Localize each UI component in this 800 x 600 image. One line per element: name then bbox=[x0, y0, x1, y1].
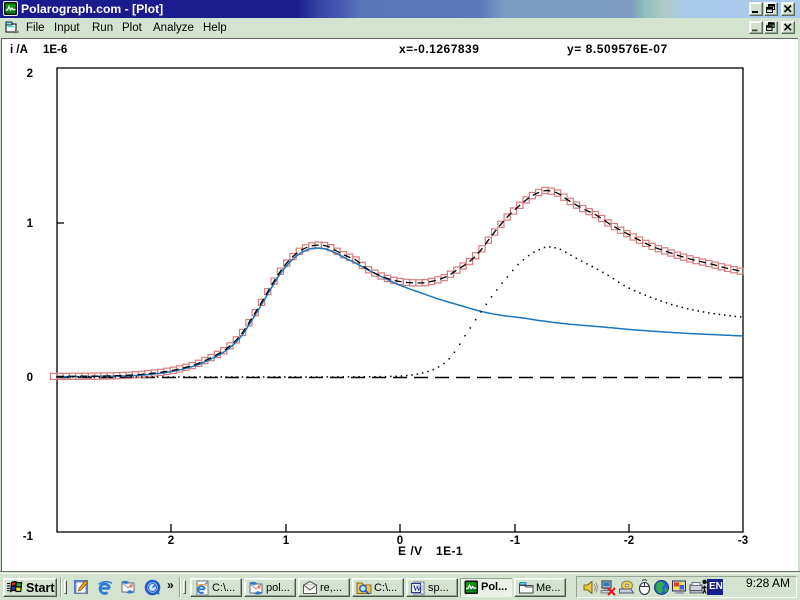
svg-text:E /V: E /V bbox=[398, 544, 423, 558]
svg-text:2: 2 bbox=[27, 68, 33, 80]
svg-text:i /A: i /A bbox=[10, 44, 28, 56]
svg-text:-1: -1 bbox=[23, 531, 34, 543]
svg-text:y= 8.509576E-07: y= 8.509576E-07 bbox=[567, 42, 668, 56]
svg-text:W: W bbox=[413, 583, 422, 593]
svg-text:x=-0.1267839: x=-0.1267839 bbox=[399, 42, 479, 56]
svg-text:1E-6: 1E-6 bbox=[43, 44, 67, 56]
svg-text:1E-1: 1E-1 bbox=[436, 544, 463, 558]
svg-text:0: 0 bbox=[27, 372, 33, 384]
svg-text:-2: -2 bbox=[624, 535, 634, 547]
svg-text:1: 1 bbox=[27, 218, 34, 230]
svg-text:2: 2 bbox=[168, 535, 174, 547]
svg-text:1: 1 bbox=[283, 535, 290, 547]
svg-text:-1: -1 bbox=[510, 535, 521, 547]
svg-text:-3: -3 bbox=[738, 535, 748, 547]
